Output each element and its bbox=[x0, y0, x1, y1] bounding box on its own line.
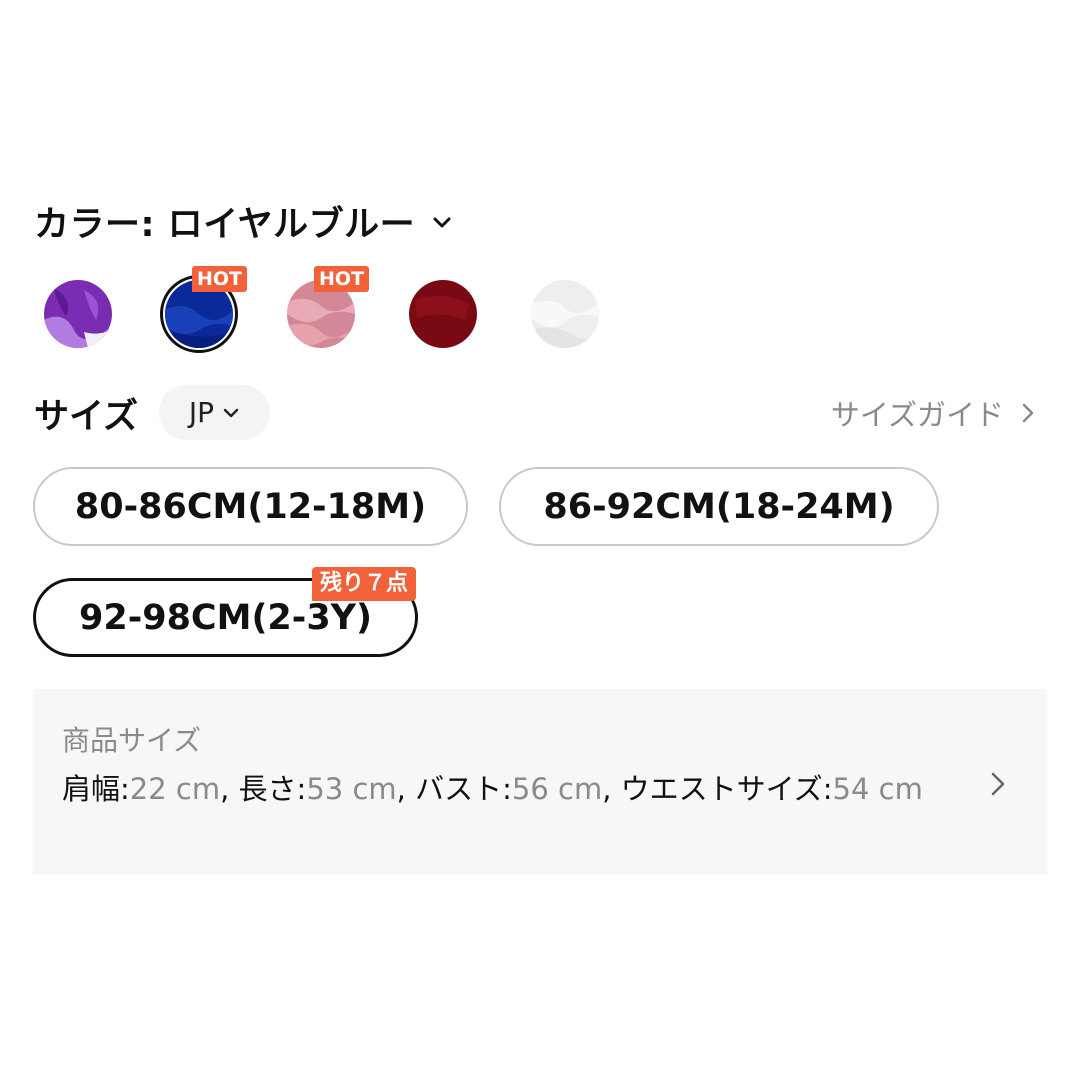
swatch-image bbox=[531, 280, 599, 348]
hot-badge: HOT bbox=[314, 266, 370, 292]
size-option-label: 80-86CM(12-18M) bbox=[74, 486, 427, 527]
swatch-image bbox=[409, 280, 477, 348]
hot-badge: HOT bbox=[192, 266, 248, 292]
color-swatch-wine-red[interactable] bbox=[409, 280, 477, 348]
color-swatch-white[interactable] bbox=[531, 280, 599, 348]
measure-value: 22 cm bbox=[129, 772, 221, 806]
size-option-label: 86-92CM(18-24M) bbox=[543, 486, 895, 527]
product-size-panel[interactable]: 商品サイズ 肩幅:22 cm, 長さ:53 cm, バスト:56 cm, ウエス… bbox=[33, 689, 1047, 875]
measure-label: 長さ: bbox=[238, 772, 307, 806]
measure-value: 53 cm bbox=[306, 772, 397, 806]
product-size-details: 肩幅:22 cm, 長さ:53 cm, バスト:56 cm, ウエストサイズ:5… bbox=[62, 772, 923, 806]
size-title: サイズ bbox=[34, 397, 138, 437]
measure-value: 54 cm bbox=[832, 772, 923, 806]
chevron-down-icon bbox=[433, 217, 451, 227]
measure-value: 56 cm bbox=[511, 772, 603, 806]
chevron-right-icon bbox=[991, 772, 1005, 796]
color-swatch-purple[interactable] bbox=[44, 280, 112, 348]
size-region-dropdown[interactable]: JP bbox=[159, 385, 270, 440]
color-swatches: HOT HOT bbox=[0, 266, 1080, 366]
color-label: カラー: ロイヤルブルー bbox=[34, 205, 416, 245]
size-guide-label: サイズガイド bbox=[830, 398, 1004, 432]
size-guide-link[interactable]: サイズガイド bbox=[831, 392, 1038, 434]
measure-label: 肩幅: bbox=[62, 772, 130, 806]
swatch-image bbox=[44, 280, 112, 348]
size-option-80-86cm[interactable]: 80-86CM(12-18M) bbox=[33, 467, 468, 546]
measure-label: バスト: bbox=[415, 772, 512, 806]
size-option-86-92cm[interactable]: 86-92CM(18-24M) bbox=[499, 467, 939, 546]
stock-remaining-badge: 残り７点 bbox=[312, 567, 417, 601]
product-size-title: 商品サイズ bbox=[62, 724, 202, 757]
chevron-right-icon bbox=[1022, 403, 1034, 423]
measure-label: ウエストサイズ: bbox=[620, 772, 833, 806]
region-label: JP bbox=[188, 396, 215, 429]
color-selector[interactable]: カラー: ロイヤルブルー bbox=[34, 196, 453, 247]
size-option-label: 92-98CM(2-3Y) bbox=[78, 597, 373, 638]
chevron-down-icon bbox=[223, 408, 239, 417]
